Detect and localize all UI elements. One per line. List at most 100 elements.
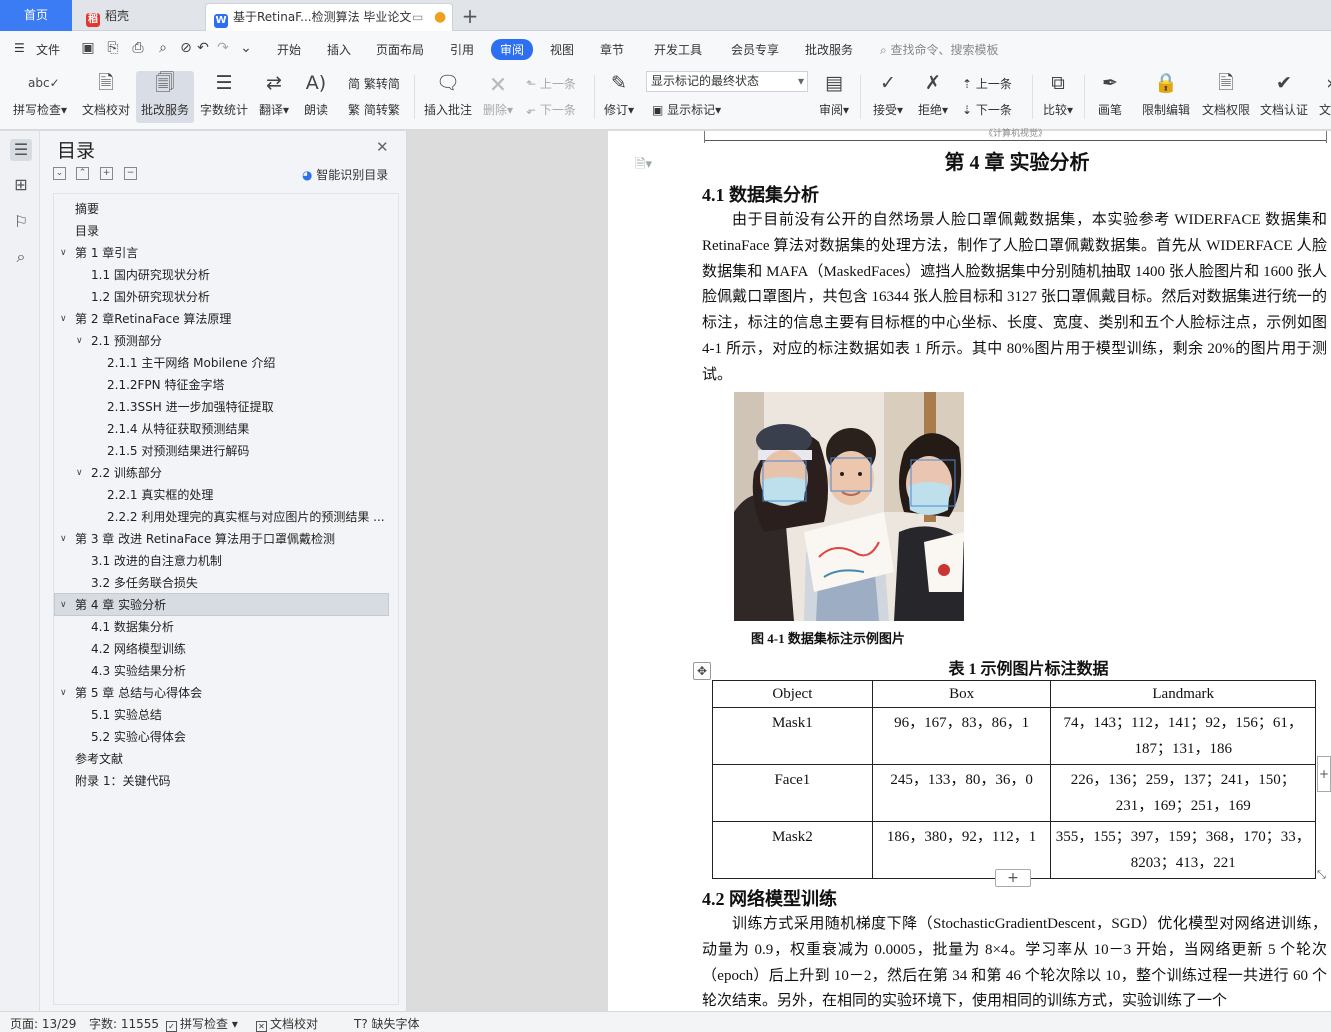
- compare-button[interactable]: ⧉ 比较▾: [1040, 71, 1076, 118]
- menu-file[interactable]: 文件: [36, 41, 60, 58]
- expand-chevron-icon[interactable]: ∨: [60, 528, 67, 550]
- status-doc-proof[interactable]: ✕ 文档校对: [256, 1015, 318, 1032]
- toc-item[interactable]: 参考文献: [75, 748, 123, 770]
- table-resize-icon[interactable]: ⤡: [1317, 868, 1331, 884]
- tab-window-icon[interactable]: ▭: [412, 4, 423, 30]
- toc-item[interactable]: 1.1 国内研究现状分析: [91, 264, 210, 286]
- word-count-button[interactable]: ☰ 字数统计: [198, 71, 250, 118]
- close-icon[interactable]: ✕: [376, 138, 389, 156]
- translate-button[interactable]: ⇄ 翻译▾: [256, 71, 292, 118]
- doc-proof-button[interactable]: 🗎 文档校对: [80, 71, 132, 118]
- smart-toc-button[interactable]: ◕ 智能识别目录: [302, 166, 388, 183]
- insert-comment-button[interactable]: 🗨 插入批注: [422, 71, 474, 118]
- collapse-all-icon[interactable]: ⌄: [53, 167, 66, 180]
- add-table-row-button[interactable]: +: [995, 869, 1031, 887]
- reject-button[interactable]: ✗ 拒绝▾: [915, 71, 951, 118]
- hamburger-icon[interactable]: ☰: [14, 41, 25, 55]
- toc-item[interactable]: ∨ 2.1 预测部分: [76, 330, 162, 352]
- tab-document[interactable]: W 基于RetinaF...检测算法 毕业论文 ▭ ●: [205, 3, 453, 31]
- toolbar-more-button[interactable]: ›文: [1318, 71, 1331, 118]
- toc-item[interactable]: ∨ 第 5 章 总结与心得体会: [60, 682, 202, 704]
- toc-item[interactable]: ∨ 第 3 章 改进 RetinaFace 算法用于口罩佩戴检测: [60, 528, 335, 550]
- toc-item[interactable]: 2.2.1 真实框的处理: [107, 484, 213, 506]
- next-change-button[interactable]: ⇣ 下一条: [962, 101, 1012, 118]
- save-icon[interactable]: ▣: [80, 40, 96, 56]
- toc-item[interactable]: 4.2 网络模型训练: [91, 638, 186, 660]
- toc-item[interactable]: 5.1 实验总结: [91, 704, 162, 726]
- toc-item[interactable]: 2.1.4 从特征获取预测结果: [107, 418, 249, 440]
- show-markup-button[interactable]: ▣ 显示标记▾: [652, 101, 721, 118]
- doc-permission-button[interactable]: 🗎 文档权限: [1200, 71, 1252, 118]
- expand-chevron-icon[interactable]: ∨: [60, 594, 67, 616]
- toc-item[interactable]: 摘要: [75, 198, 99, 220]
- menu-start[interactable]: 开始: [277, 41, 301, 58]
- toc-item[interactable]: 附录 1：关键代码: [75, 770, 170, 792]
- tab-daoke[interactable]: 稻稻壳: [78, 3, 200, 31]
- page-indicator[interactable]: 页面: 13/29: [10, 1015, 76, 1032]
- expand-level-icon[interactable]: ⌃: [76, 167, 89, 180]
- expand-chevron-icon[interactable]: ∨: [76, 462, 83, 484]
- toc-item[interactable]: 4.1 数据集分析: [91, 616, 174, 638]
- menu-chapter[interactable]: 章节: [600, 41, 624, 58]
- expand-chevron-icon[interactable]: ∨: [60, 682, 67, 704]
- track-changes-button[interactable]: ✎ 修订▾: [602, 71, 636, 118]
- toc-item[interactable]: 2.2.2 利用处理完的真实框与对应图片的预测结果 ...: [107, 506, 385, 528]
- prev-comment-button[interactable]: ⬑ 上一条: [526, 75, 576, 92]
- toc-item[interactable]: 2.1.2FPN 特征金字塔: [107, 374, 224, 396]
- ink-button[interactable]: ✒ 画笔: [1094, 71, 1126, 118]
- expand-chevron-icon[interactable]: ∨: [76, 330, 83, 352]
- command-search[interactable]: ⌕ 查找命令、搜索模板: [880, 41, 999, 58]
- menu-insert[interactable]: 插入: [327, 41, 351, 58]
- toc-item[interactable]: 目录: [75, 220, 99, 242]
- review-pane-button[interactable]: ▤ 审阅▾: [816, 71, 852, 118]
- menu-page-layout[interactable]: 页面布局: [376, 41, 424, 58]
- menu-dev-tools[interactable]: 开发工具: [654, 41, 702, 58]
- expand-chevron-icon[interactable]: ∨: [60, 308, 67, 330]
- toc-item[interactable]: 5.2 实验心得体会: [91, 726, 186, 748]
- status-spell-check[interactable]: ✓ 拼写检查 ▾: [166, 1015, 238, 1032]
- new-tab-button[interactable]: +: [458, 4, 482, 28]
- toc-panel-icon[interactable]: ☰: [10, 139, 32, 161]
- toc-item[interactable]: 3.1 改进的自注意力机制: [91, 550, 222, 572]
- menu-member[interactable]: 会员专享: [731, 41, 779, 58]
- trad-to-simp-button[interactable]: 简 繁转简: [348, 75, 400, 92]
- toc-item[interactable]: ∨ 第 2 章RetinaFace 算法原理: [60, 308, 231, 330]
- menu-review[interactable]: 审阅: [491, 39, 534, 60]
- prev-change-button[interactable]: ⇡ 上一条: [962, 75, 1012, 92]
- add-table-column-button[interactable]: +: [1317, 756, 1331, 792]
- next-comment-button[interactable]: ⬐ 下一条: [526, 101, 576, 118]
- markup-state-dropdown[interactable]: 显示标记的最终状态 ▾: [646, 71, 808, 92]
- toc-item[interactable]: 2.1.5 对预测结果进行解码: [107, 440, 249, 462]
- delete-comment-button[interactable]: 🗙 删除▾: [480, 71, 516, 118]
- menu-view[interactable]: 视图: [550, 41, 574, 58]
- correction-service-button[interactable]: 🗐 批改服务: [136, 71, 194, 123]
- status-missing-font[interactable]: T? 缺失字体: [354, 1015, 420, 1032]
- format-painter-icon[interactable]: ⊘: [178, 40, 194, 56]
- accept-button[interactable]: ✓ 接受▾: [870, 71, 906, 118]
- chapter-nav-icon[interactable]: ⊞: [10, 174, 32, 196]
- spell-check-button[interactable]: abc✓ 拼写检查▾: [10, 71, 70, 118]
- doc-certify-button[interactable]: ✔ 文档认证: [1258, 71, 1310, 118]
- redo-icon[interactable]: ↷: [215, 40, 231, 56]
- expand-chevron-icon[interactable]: ∨: [60, 242, 67, 264]
- find-icon[interactable]: ⌕: [10, 246, 32, 268]
- toc-item[interactable]: ∨ 第 4 章 实验分析: [60, 594, 166, 616]
- restrict-edit-button[interactable]: 🔒 限制编辑: [1140, 71, 1192, 118]
- bookmark-icon[interactable]: ⚐: [10, 211, 32, 233]
- simp-to-trad-button[interactable]: 繁 简转繁: [348, 101, 400, 118]
- print-preview-icon[interactable]: ⌕: [155, 40, 171, 56]
- toc-item[interactable]: ∨ 2.2 训练部分: [76, 462, 162, 484]
- menu-correction[interactable]: 批改服务: [805, 41, 853, 58]
- toc-item[interactable]: 2.1.3SSH 进一步加强特征提取: [107, 396, 274, 418]
- export-pdf-icon[interactable]: ⎘: [105, 40, 121, 56]
- menu-reference[interactable]: 引用: [450, 41, 474, 58]
- toc-item[interactable]: 2.1.1 主干网络 Mobilene 介绍: [107, 352, 275, 374]
- toc-item[interactable]: 4.3 实验结果分析: [91, 660, 186, 682]
- toc-item[interactable]: 1.2 国外研究现状分析: [91, 286, 210, 308]
- toc-item[interactable]: 3.2 多任务联合损失: [91, 572, 198, 594]
- quick-access-more-icon[interactable]: ⌄: [238, 40, 254, 56]
- add-toc-icon[interactable]: +: [100, 167, 113, 180]
- word-count-indicator[interactable]: 字数: 11555: [89, 1015, 159, 1032]
- tab-home[interactable]: 首页: [0, 0, 72, 31]
- remove-toc-icon[interactable]: −: [124, 167, 137, 180]
